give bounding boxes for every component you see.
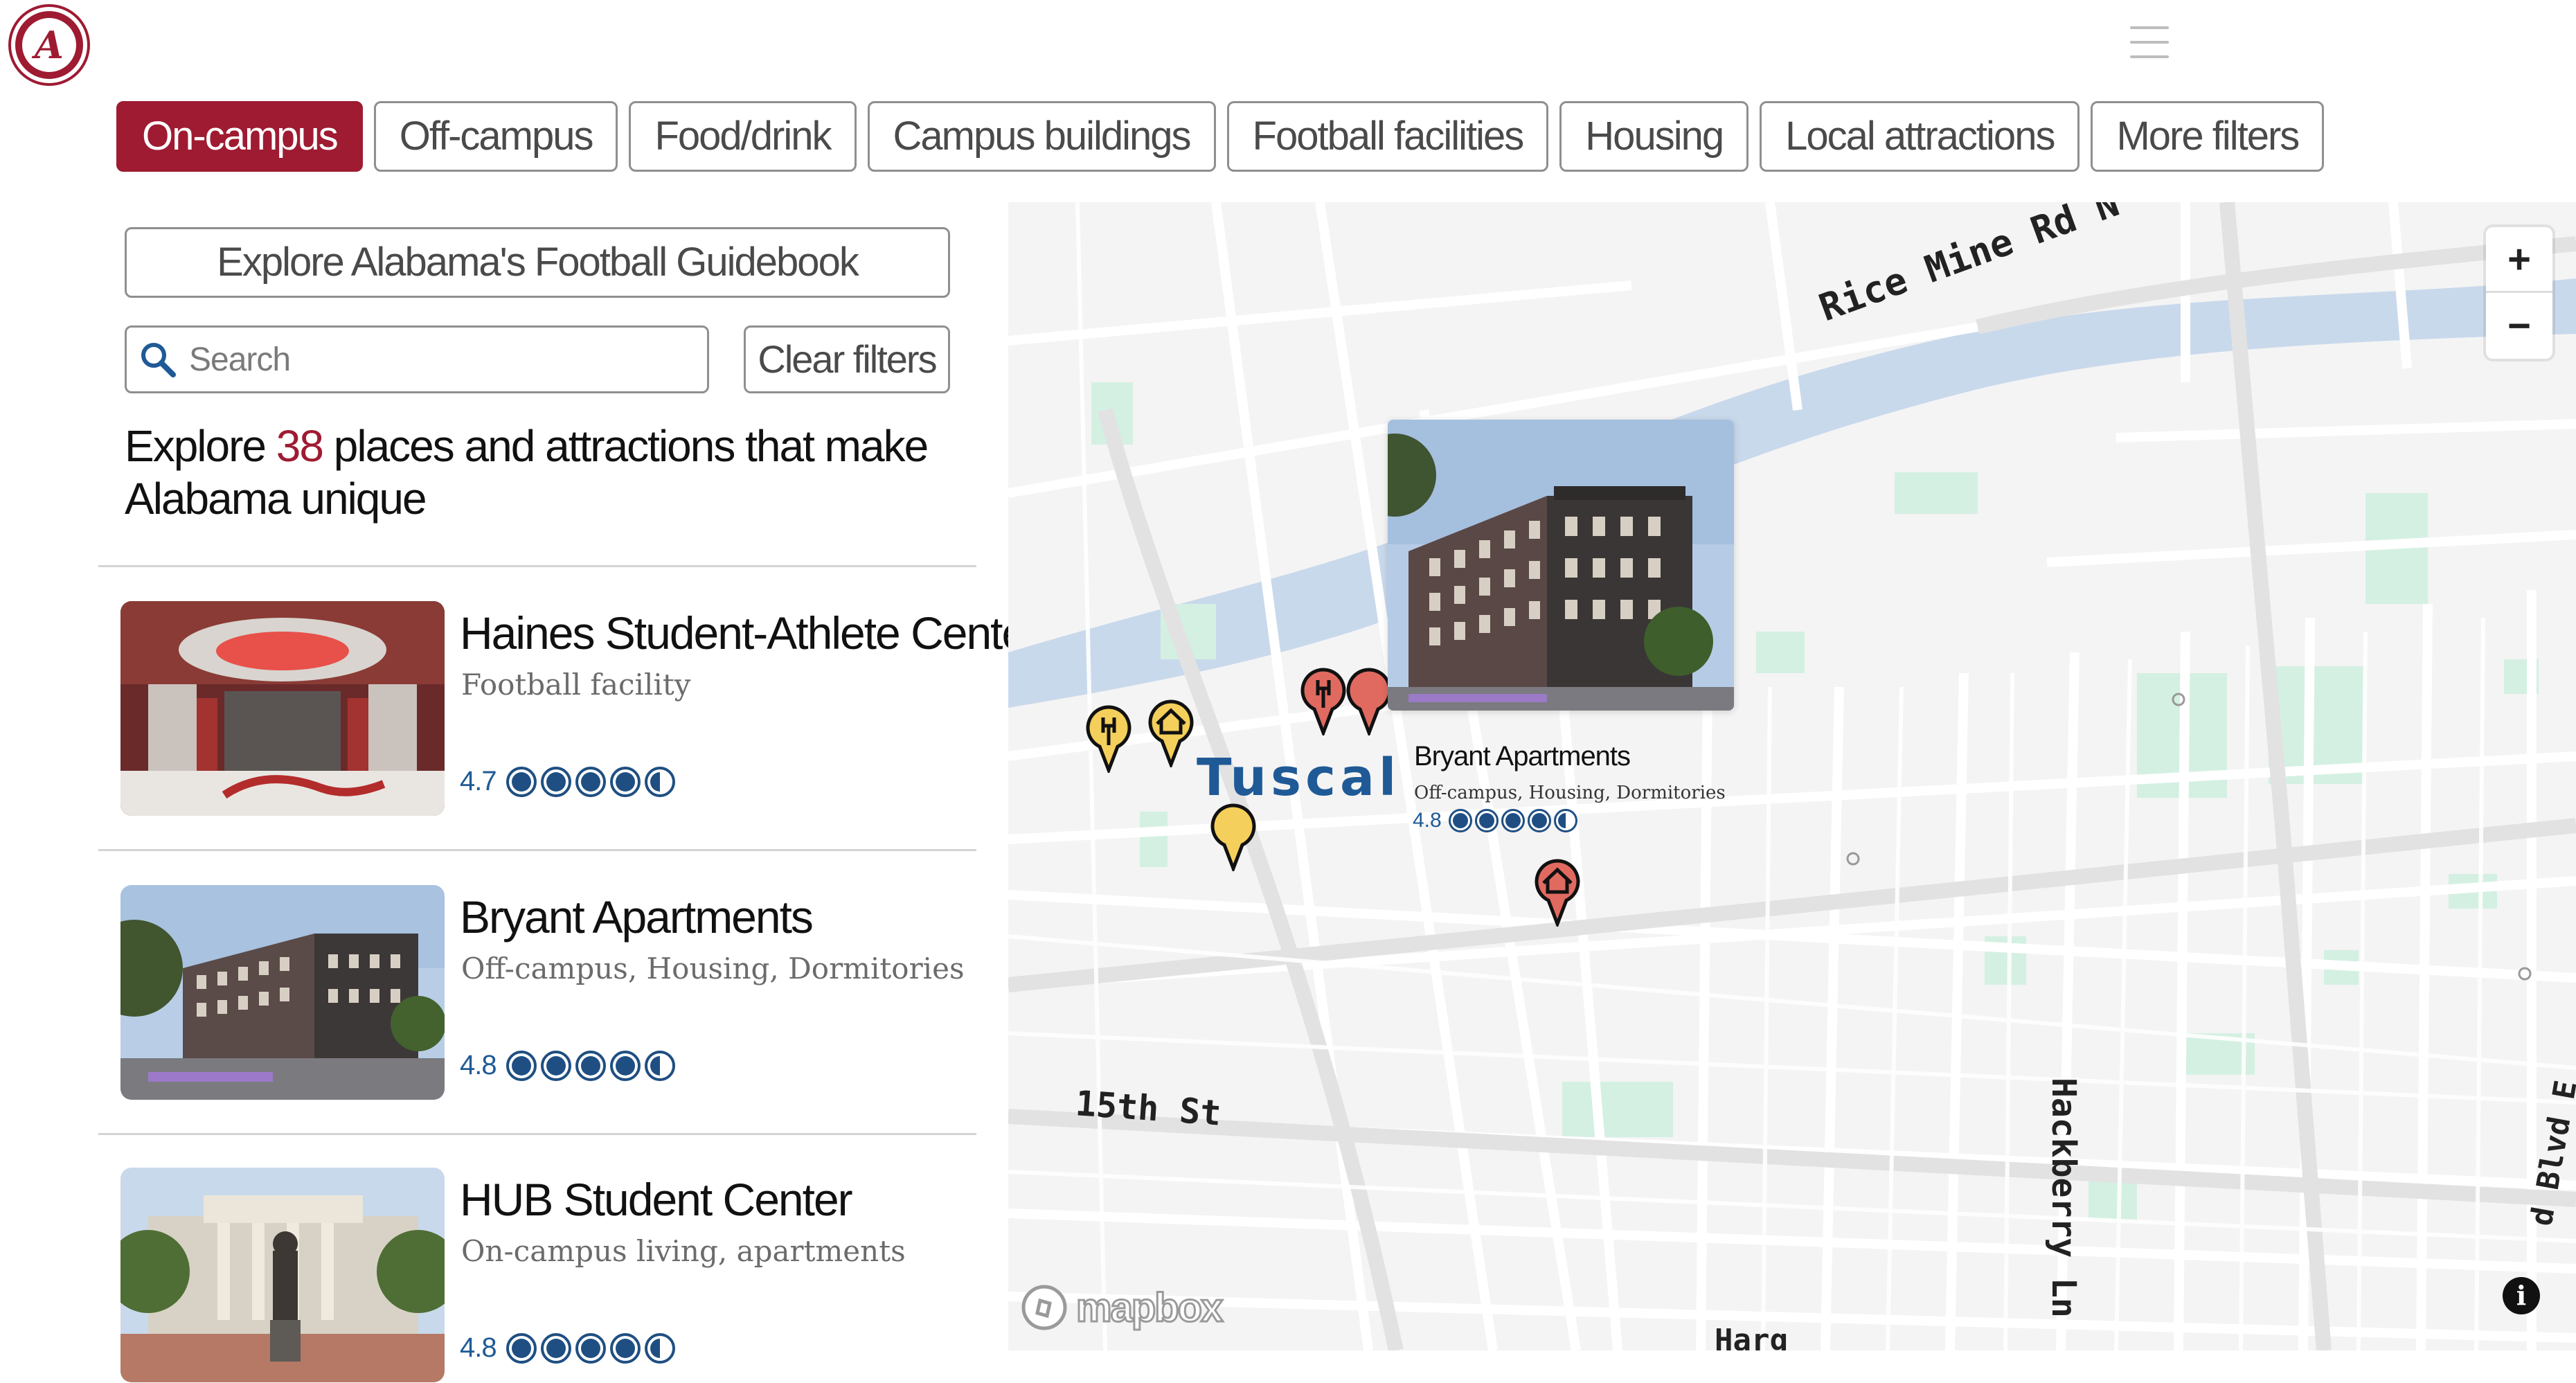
rating-dot-icon	[575, 1050, 606, 1081]
rating-value: 4.8	[460, 1332, 497, 1363]
popup-image	[1388, 420, 1734, 711]
filter-off-campus[interactable]: Off-campus	[373, 101, 618, 172]
filter-food-drink[interactable]: Food/drink	[629, 101, 857, 172]
alabama-logo[interactable]: A	[11, 7, 87, 83]
filter-on-campus[interactable]: On-campus	[116, 101, 363, 172]
search-box	[125, 325, 709, 393]
place-image	[120, 601, 445, 816]
location-pin-icon[interactable]	[1208, 802, 1259, 871]
rating-value: 4.8	[1413, 809, 1442, 832]
rating-dot-icon	[1501, 809, 1525, 832]
rating-dot-icon	[609, 1050, 641, 1081]
place-title: HUB Student Center	[460, 1174, 853, 1225]
housing-pin-icon[interactable]	[1145, 698, 1197, 767]
place-rating: 4.7	[460, 766, 675, 797]
places-headline: Explore 38 places and attractions that m…	[125, 421, 929, 524]
rating-value: 4.8	[460, 1050, 497, 1080]
place-subtitle: Off-campus, Housing, Dormitories	[461, 952, 965, 985]
rating-dot-icon	[1474, 809, 1499, 832]
place-card-hub[interactable]: HUB Student Center On-campus living, apa…	[120, 1168, 976, 1382]
logo-letter: A	[35, 23, 64, 67]
rating-dot-icon	[609, 1332, 641, 1364]
rating-dot-icon	[609, 766, 641, 797]
info-icon[interactable]: i	[2503, 1277, 2540, 1314]
rating-half-dot-icon	[644, 1332, 675, 1364]
places-count: 38	[276, 421, 324, 471]
rating-dot-icon	[540, 1050, 571, 1081]
guidebook-button[interactable]: Explore Alabama's Football Guidebook	[125, 227, 950, 298]
place-rating: 4.8	[460, 1332, 675, 1364]
location-pin-icon[interactable]	[1343, 666, 1395, 735]
filter-bar: On-campus Off-campus Food/drink Campus b…	[116, 101, 2325, 173]
menu-icon[interactable]	[2130, 26, 2169, 61]
rating-dot-icon	[540, 766, 571, 797]
zoom-controls: + −	[2486, 227, 2552, 359]
rating-dot-icon	[575, 766, 606, 797]
rating-half-dot-icon	[644, 766, 675, 797]
rating-dot-icon	[506, 766, 537, 797]
map-label-city: Tuscal	[1197, 748, 1400, 808]
filter-housing[interactable]: Housing	[1559, 101, 1749, 172]
map-popup[interactable]	[1388, 420, 1734, 711]
divider	[98, 565, 976, 567]
place-title: Haines Student-Athlete Center	[460, 607, 1041, 659]
map-label-harg: Harg	[1715, 1323, 1788, 1350]
filter-local-attractions[interactable]: Local attractions	[1760, 101, 2080, 172]
rating-half-dot-icon	[1553, 809, 1577, 832]
map-label-hackberry: Hackberry Ln	[2044, 1078, 2083, 1318]
rating-dot-icon	[1527, 809, 1551, 832]
filter-more-filters[interactable]: More filters	[2091, 101, 2325, 172]
clear-filters-button[interactable]: Clear filters	[744, 325, 950, 393]
food-pin-icon[interactable]	[1298, 666, 1349, 735]
filter-campus-buildings[interactable]: Campus buildings	[867, 101, 1216, 172]
place-image	[120, 1168, 445, 1382]
popup-rating: 4.8	[1413, 809, 1577, 832]
rating-value: 4.7	[460, 766, 497, 796]
search-input[interactable]	[189, 340, 688, 379]
place-image	[120, 885, 445, 1100]
popup-title: Bryant Apartments	[1414, 741, 1631, 771]
mapbox-icon	[1021, 1285, 1067, 1330]
place-card-bryant[interactable]: Bryant Apartments Off-campus, Housing, D…	[120, 885, 976, 1100]
rating-dot-icon	[506, 1050, 537, 1081]
housing-pin-icon[interactable]	[1532, 857, 1583, 927]
rating-dot-icon	[540, 1332, 571, 1364]
rating-dot-icon	[575, 1332, 606, 1364]
zoom-in-button[interactable]: +	[2486, 227, 2552, 293]
mapbox-logo[interactable]: mapbox	[1019, 1283, 1224, 1332]
mapbox-text: mapbox	[1075, 1284, 1224, 1331]
place-card-haines[interactable]: Haines Student-Athlete Center Football f…	[120, 601, 1041, 816]
place-rating: 4.8	[460, 1050, 675, 1081]
filter-football-facilities[interactable]: Football facilities	[1226, 101, 1549, 172]
map[interactable]: Rice Mine Rd N Tuscal 15th St Hackberry …	[1008, 202, 2576, 1350]
rating-dot-icon	[1448, 809, 1472, 832]
food-pin-icon[interactable]	[1083, 704, 1134, 773]
divider	[98, 849, 976, 851]
search-icon	[127, 328, 189, 391]
rating-dot-icon	[506, 1332, 537, 1364]
place-subtitle: Football facility	[461, 668, 691, 702]
divider	[98, 1133, 976, 1135]
rating-half-dot-icon	[644, 1050, 675, 1081]
place-subtitle: On-campus living, apartments	[461, 1234, 906, 1268]
zoom-out-button[interactable]: −	[2486, 293, 2552, 359]
place-title: Bryant Apartments	[460, 891, 814, 943]
popup-subtitle: Off-campus, Housing, Dormitories	[1414, 783, 1726, 803]
map-canvas[interactable]: Rice Mine Rd N Tuscal 15th St Hackberry …	[1008, 202, 2576, 1350]
